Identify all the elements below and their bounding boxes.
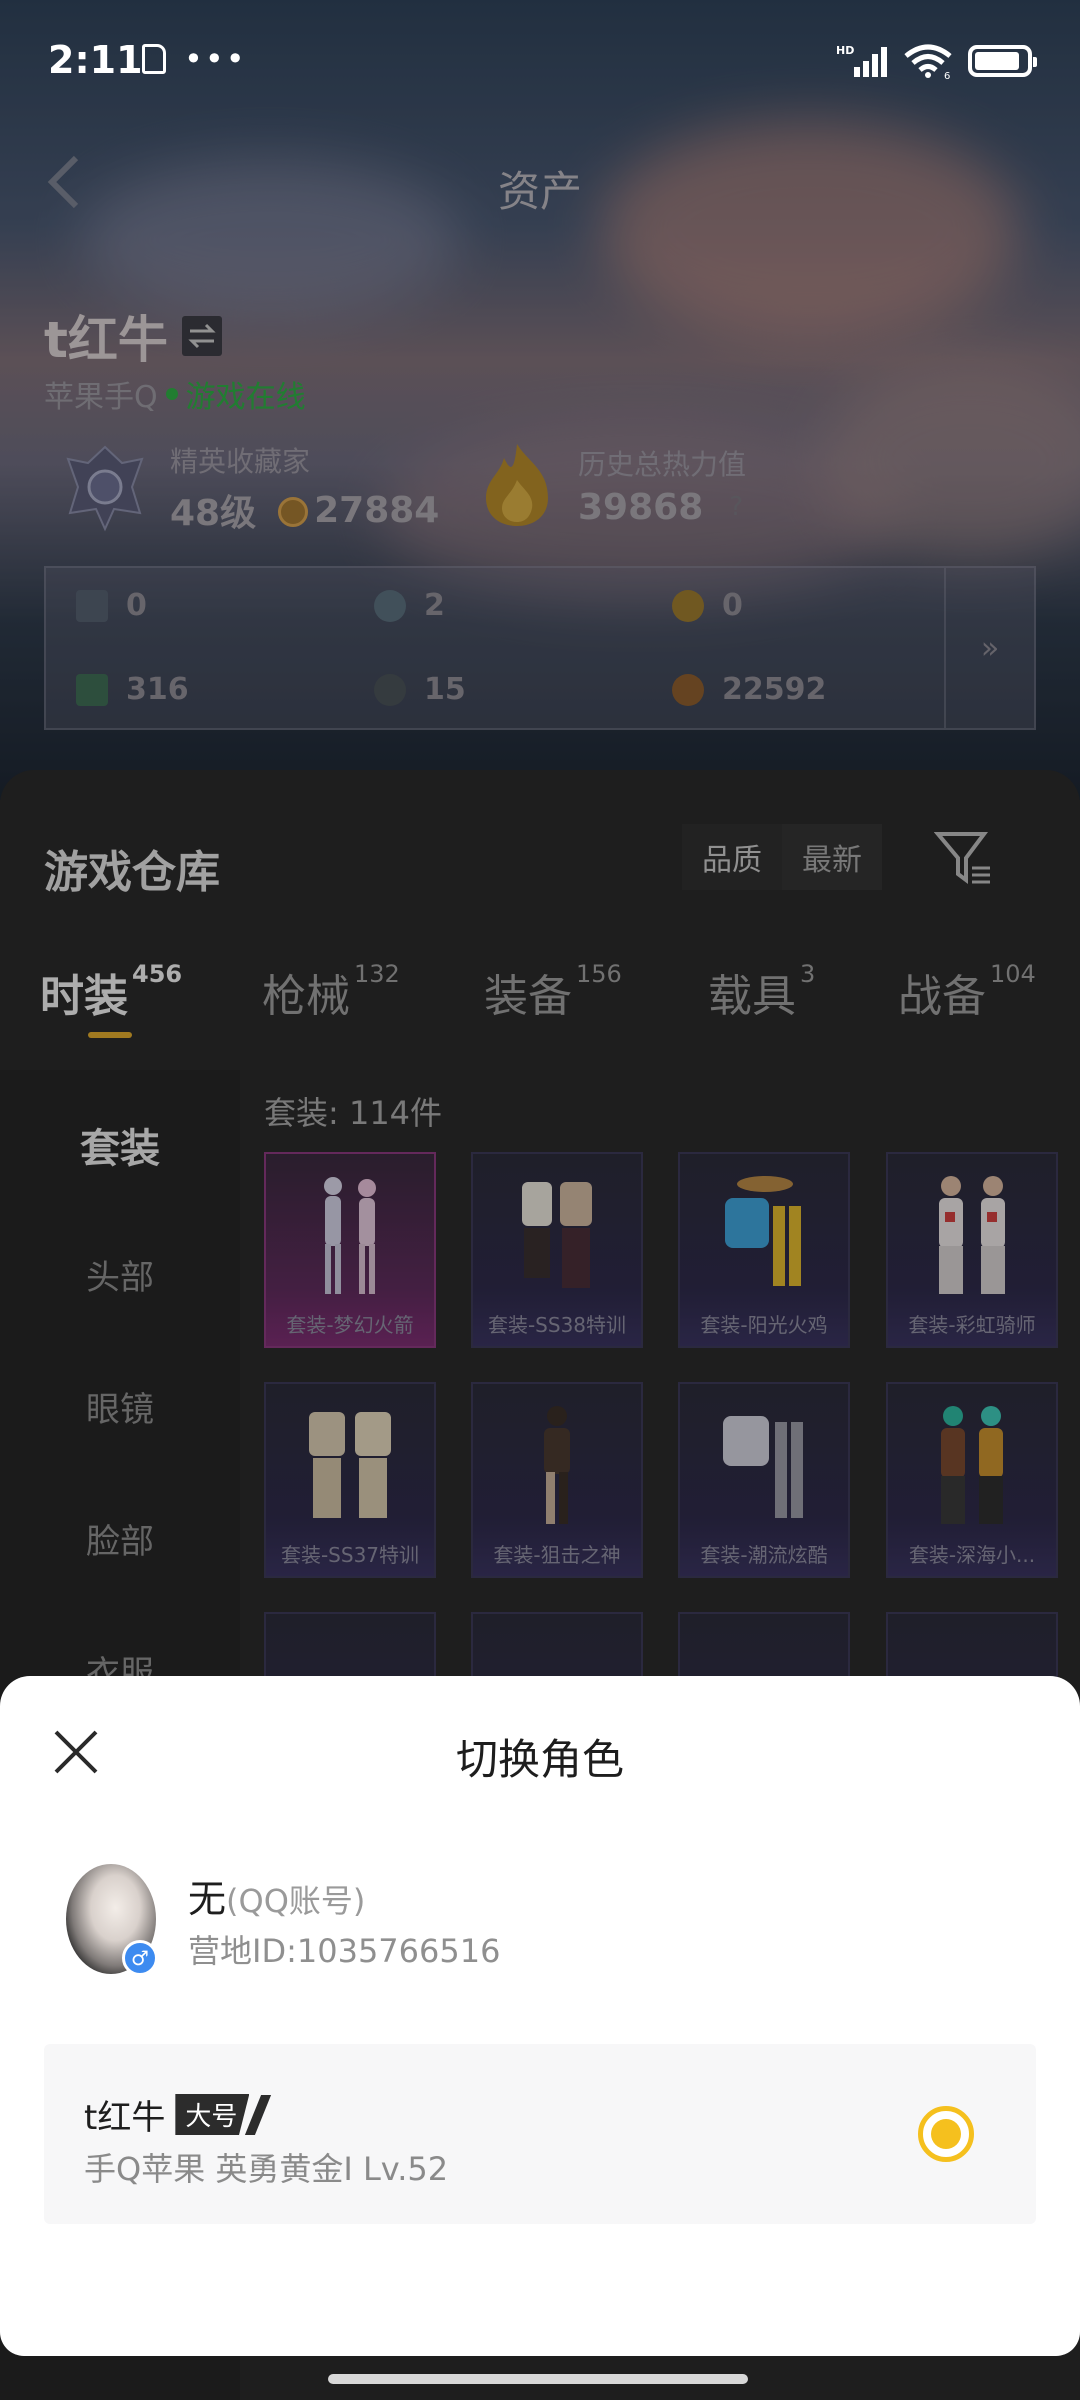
sheet-title: 切换角色	[455, 1735, 624, 1784]
role-tag-slash-decoration	[245, 2094, 272, 2135]
account-type: (QQ账号)	[226, 1882, 366, 1920]
battery-icon	[968, 45, 1037, 77]
home-indicator[interactable]	[328, 2374, 748, 2384]
account-row: ♂ 无(QQ账号) 营地ID:1035766516	[66, 1864, 1026, 1984]
switch-role-sheet: 切换角色 ♂ 无(QQ账号) 营地ID:1035766516 t红牛 大号 手Q…	[0, 1676, 1080, 2356]
signal-icon: HD	[836, 44, 887, 77]
role-info: 手Q苹果 英勇黄金I Lv.52	[84, 2150, 449, 2188]
role-tag-badge: 大号	[175, 2094, 250, 2135]
status-bar: 2:11 ••• HD 6	[0, 0, 1080, 130]
status-time: 2:11	[48, 38, 143, 82]
network-type-label: HD	[836, 44, 854, 57]
more-dots-icon: •••	[184, 40, 247, 78]
role-option[interactable]: t红牛 大号 手Q苹果 英勇黄金I Lv.52	[44, 2044, 1036, 2224]
account-name: 无(QQ账号)	[188, 1868, 365, 1923]
account-name-text: 无	[188, 1877, 227, 1921]
role-name-row: t红牛 大号	[84, 2090, 272, 2139]
role-name: t红牛	[84, 2098, 166, 2138]
sim-card-icon	[142, 44, 166, 74]
male-gender-icon: ♂	[122, 1940, 158, 1976]
wifi-sub-label: 6	[944, 71, 950, 80]
role-selected-radio[interactable]	[918, 2106, 974, 2162]
account-id: 营地ID:1035766516	[188, 1932, 501, 1970]
wifi-icon: 6	[904, 44, 952, 80]
